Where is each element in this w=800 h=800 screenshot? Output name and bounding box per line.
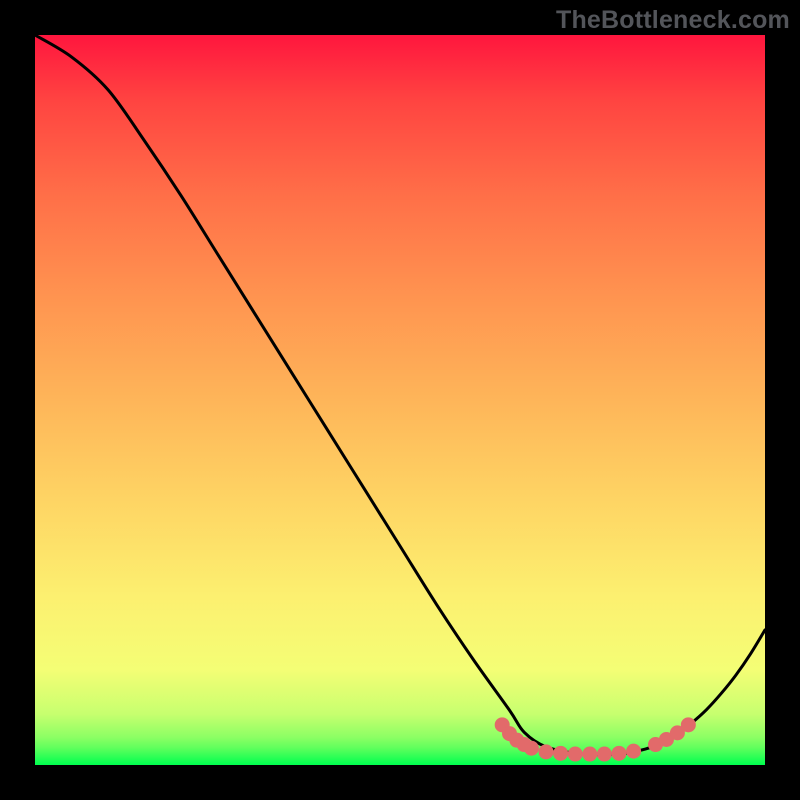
marker-dot — [626, 744, 641, 759]
flat-region-dots — [495, 717, 696, 761]
marker-dot — [582, 747, 597, 762]
marker-dot — [524, 741, 539, 756]
plot-area — [35, 35, 765, 765]
curve-svg — [35, 35, 765, 765]
marker-dot — [597, 747, 612, 762]
marker-dot — [568, 747, 583, 762]
marker-dot — [681, 717, 696, 732]
marker-dot — [539, 744, 554, 759]
marker-dot — [612, 746, 627, 761]
bottleneck-curve — [35, 35, 765, 755]
chart-frame: TheBottleneck.com — [0, 0, 800, 800]
watermark-text: TheBottleneck.com — [556, 6, 790, 35]
marker-dot — [553, 746, 568, 761]
